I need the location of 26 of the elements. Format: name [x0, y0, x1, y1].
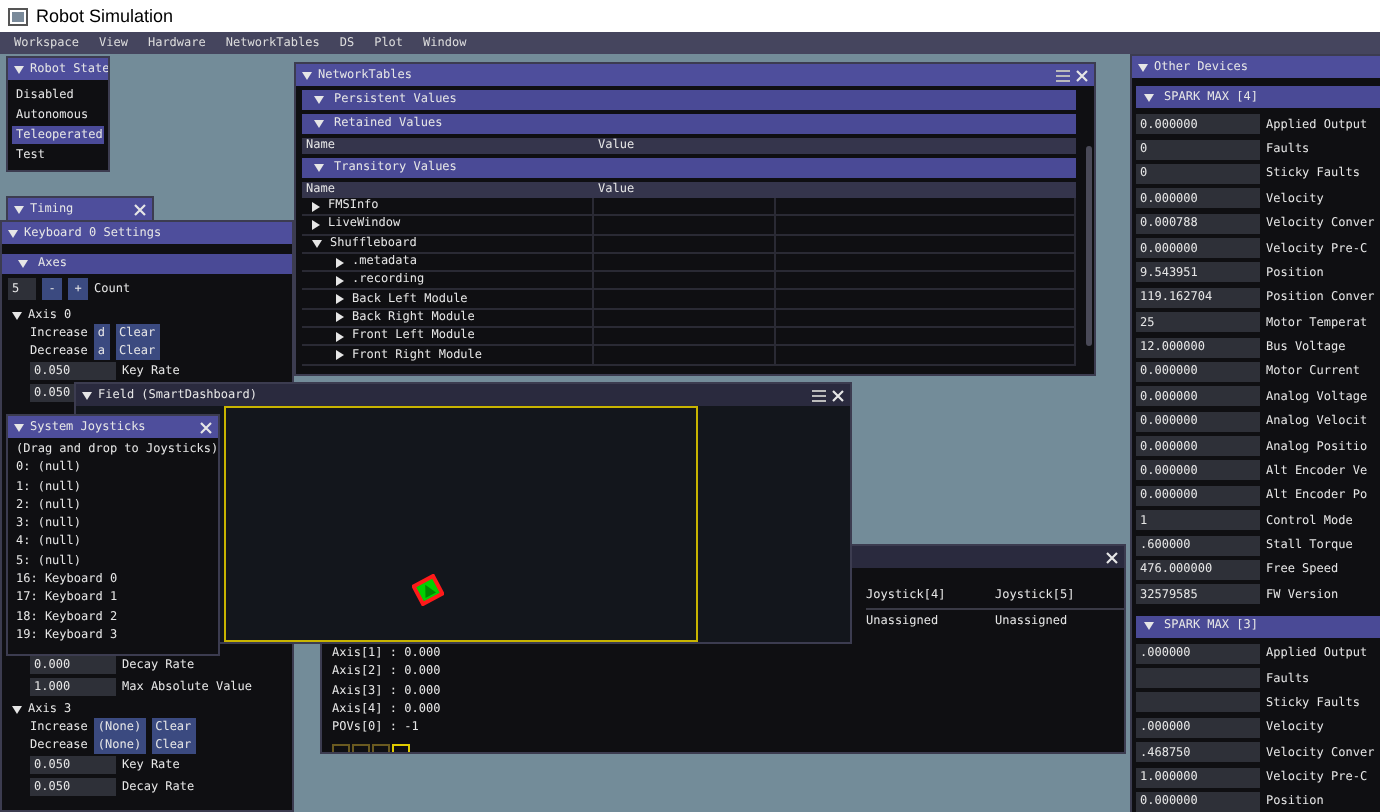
close-icon[interactable]	[1076, 69, 1088, 81]
caret-down-icon[interactable]	[12, 705, 22, 713]
caret-right-icon[interactable]	[336, 275, 344, 286]
caret-right-icon[interactable]	[336, 350, 344, 361]
close-icon[interactable]	[200, 421, 212, 433]
caret-right-icon[interactable]	[336, 331, 344, 342]
close-icon[interactable]	[1106, 551, 1118, 563]
close-icon[interactable]	[134, 203, 146, 215]
close-icon[interactable]	[832, 389, 844, 401]
value-field[interactable]	[1136, 692, 1260, 713]
caret-down-icon	[18, 260, 28, 268]
menu-icon[interactable]	[812, 389, 826, 401]
app-icon	[8, 7, 28, 25]
robot-marker-icon	[412, 574, 444, 606]
value-field[interactable]	[1136, 668, 1260, 689]
caret-down-icon[interactable]	[82, 391, 92, 399]
scrollbar[interactable]	[1086, 146, 1092, 346]
caret-right-icon[interactable]	[312, 201, 320, 212]
caret-down-icon[interactable]	[312, 239, 322, 248]
menu-icon[interactable]	[1056, 69, 1070, 81]
caret-right-icon[interactable]	[336, 294, 344, 305]
caret-down-icon[interactable]	[12, 311, 22, 319]
caret-right-icon[interactable]	[336, 257, 344, 268]
caret-right-icon[interactable]	[312, 219, 320, 230]
caret-right-icon[interactable]	[336, 312, 344, 323]
window-title: Robot Simulation	[36, 7, 174, 25]
